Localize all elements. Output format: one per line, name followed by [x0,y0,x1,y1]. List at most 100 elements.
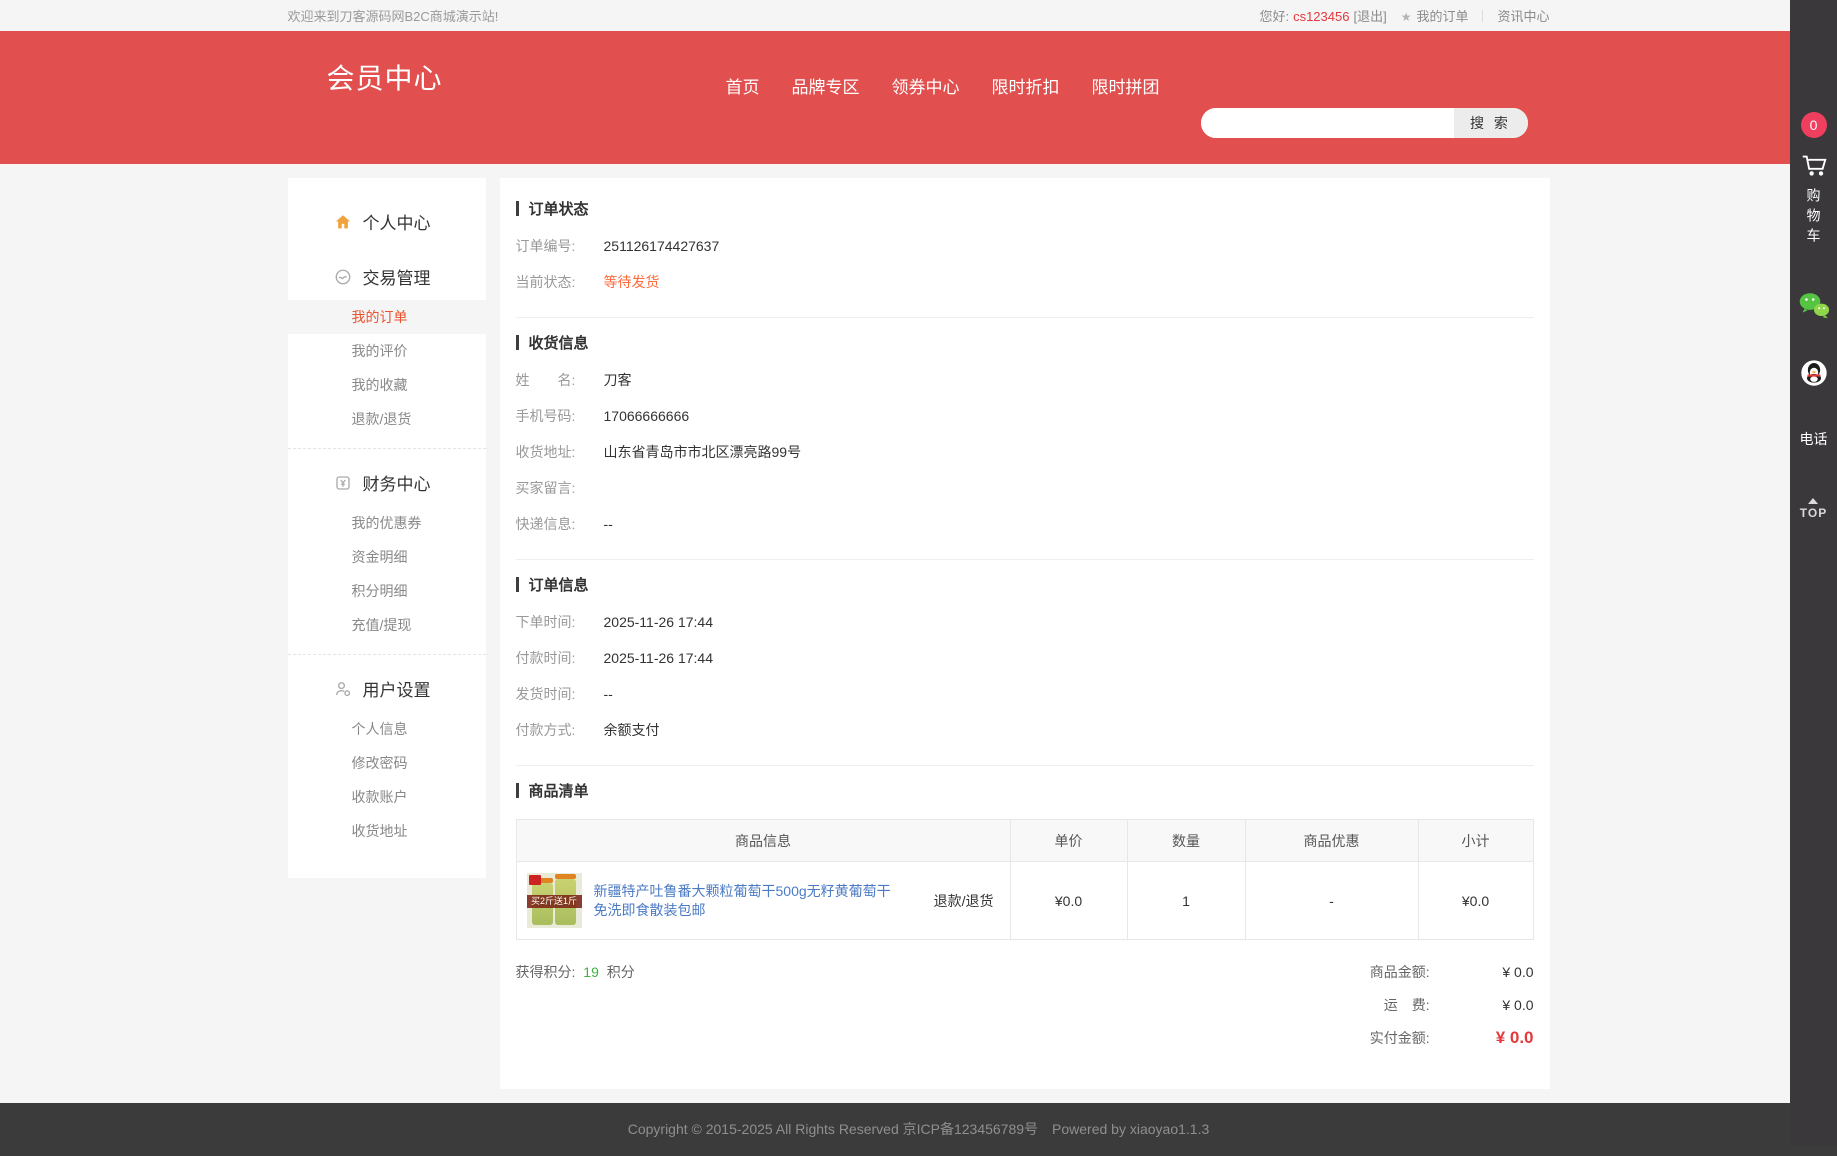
username[interactable]: cs123456 [1293,9,1349,24]
sidebar-section-finance: 财务中心 我的优惠券 资金明细 积分明细 充值/提现 [288,448,486,646]
sidebar-section-trade: 交易管理 我的订单 我的评价 我的收藏 退款/退货 [288,249,486,440]
welcome-text: 欢迎来到刀客源码网B2C商城演示站! [288,6,499,25]
topbar-my-orders[interactable]: ★我的订单 [1387,6,1483,25]
nav-groupbuy[interactable]: 限时拼团 [1092,73,1160,98]
quantity-value: 1 [1127,862,1245,940]
col-goods-info: 商品信息 [516,820,1010,862]
topbar-news[interactable]: 资讯中心 [1483,6,1549,25]
floating-sidebar: 0 购物车 电话 TOP [1790,0,1837,1146]
site-logo[interactable]: 会员中心 [327,57,443,97]
paid-amount-value: ¥ 0.0 [1434,1028,1534,1048]
field-row: 当前状态: 等待发货 [516,274,1534,291]
sidebar-item-points-detail[interactable]: 积分明细 [288,574,486,608]
paid-amount-row: 实付金额: ¥ 0.0 [1370,1028,1534,1048]
title-bar [516,577,519,592]
wechat-icon[interactable] [1798,292,1830,319]
product-link[interactable]: 新疆特产吐鲁番大颗粒葡萄干500g无籽黄葡萄干免洗即食散装包邮 [594,882,904,920]
col-unit-price: 单价 [1010,820,1127,862]
discount-value: - [1245,862,1418,940]
field-row: 发货时间: -- [516,686,1534,703]
sidebar-item-my-coupons[interactable]: 我的优惠券 [288,506,486,540]
nav-discount[interactable]: 限时折扣 [992,73,1060,98]
col-discount: 商品优惠 [1245,820,1418,862]
freight-value: ¥ 0.0 [1434,997,1534,1013]
copyright-text: Copyright © 2015-2025 All Rights Reserve… [628,1121,1210,1137]
earned-points: 获得积分: 19 积分 [516,962,635,1061]
finance-icon [334,474,352,492]
field-row: 快递信息: -- [516,516,1534,533]
field-row: 手机号码: 17066666666 [516,408,1534,425]
sidebar-item-personal-info[interactable]: 个人信息 [288,712,486,746]
sidebar-item-my-reviews[interactable]: 我的评价 [288,334,486,368]
sidebar-item-my-favorites[interactable]: 我的收藏 [288,368,486,402]
home-icon [334,213,352,231]
back-to-top-button[interactable]: TOP [1800,493,1827,520]
section-title: 订单状态 [516,198,1534,219]
sidebar-item-refund-return[interactable]: 退款/退货 [288,402,486,436]
field-row: 下单时间: 2025-11-26 17:44 [516,614,1534,631]
user-settings-icon [334,680,352,698]
site-header: 会员中心 首页 品牌专区 领券中心 限时折扣 限时拼团 搜 索 [0,31,1837,164]
field-row: 订单编号: 251126174427637 [516,238,1534,255]
order-status-section: 订单状态 订单编号: 251126174427637 当前状态: 等待发货 [516,184,1534,318]
sidebar-item-payment-account[interactable]: 收款账户 [288,780,486,814]
search-button[interactable]: 搜 索 [1454,108,1528,138]
section-title: 商品清单 [516,780,1534,801]
search-input[interactable] [1201,108,1454,138]
refund-return-link[interactable]: 退款/退货 [934,891,994,911]
product-image[interactable]: 买2斤送1斤 [527,873,582,928]
field-row: 收货地址: 山东省青岛市市北区漂亮路99号 [516,444,1534,461]
sidebar-item-trade-management[interactable]: 交易管理 [288,253,486,300]
goods-cell: 买2斤送1斤 新疆特产吐鲁番大颗粒葡萄干500g无籽黄葡萄干免洗即食散装包邮 退… [517,863,1010,938]
col-subtotal: 小计 [1418,820,1533,862]
phone-label[interactable]: 电话 [1800,429,1828,449]
main-nav: 首页 品牌专区 领券中心 限时折扣 限时拼团 [726,73,1160,98]
freight-row: 运 费: ¥ 0.0 [1370,995,1534,1015]
sidebar-item-user-settings[interactable]: 用户设置 [288,665,486,712]
order-number: 251126174427637 [604,238,720,255]
shipping-info-section: 收货信息 姓 名: 刀客 手机号码: 17066666666 收货地址: 山东省… [516,318,1534,560]
goods-amount-row: 商品金额: ¥ 0.0 [1370,962,1534,982]
sidebar-item-shipping-address[interactable]: 收货地址 [288,814,486,848]
field-row: 付款方式: 余额支付 [516,722,1534,739]
sidebar-item-personal-center[interactable]: 个人中心 [288,198,486,245]
trade-icon [334,268,352,286]
topbar-right: 您好:cs123456[退出] ★我的订单 资讯中心 [1245,6,1549,25]
sidebar-item-change-password[interactable]: 修改密码 [288,746,486,780]
goods-list-section: 商品清单 商品信息 单价 数量 商品优惠 小计 [516,766,1534,1089]
subtotal-value: ¥0.0 [1418,862,1533,940]
title-bar [516,201,519,216]
points-value: 19 [583,964,599,980]
col-quantity: 数量 [1127,820,1245,862]
goods-table-header: 商品信息 单价 数量 商品优惠 小计 [516,820,1533,862]
cart-count-badge[interactable]: 0 [1801,112,1827,138]
sidebar-item-recharge-withdraw[interactable]: 充值/提现 [288,608,486,642]
cart-label[interactable]: 购物车 [1804,188,1824,248]
nav-home[interactable]: 首页 [726,73,760,98]
greeting: 您好:cs123456[退出] [1245,6,1386,25]
unit-price-value: ¥0.0 [1010,862,1127,940]
field-row: 付款时间: 2025-11-26 17:44 [516,650,1534,667]
sidebar-item-my-orders[interactable]: 我的订单 [288,300,486,334]
sidebar-item-funds-detail[interactable]: 资金明细 [288,540,486,574]
status-badge: 等待发货 [604,274,660,291]
promo-tag [529,875,541,885]
cart-icon[interactable] [1799,150,1829,180]
field-row: 姓 名: 刀客 [516,372,1534,389]
order-detail-card: 订单状态 订单编号: 251126174427637 当前状态: 等待发货 收货… [500,178,1550,1089]
footer: Copyright © 2015-2025 All Rights Reserve… [0,1103,1837,1156]
nav-brand[interactable]: 品牌专区 [792,73,860,98]
sidebar-section-user-settings: 用户设置 个人信息 修改密码 收款账户 收货地址 [288,654,486,852]
order-totals: 获得积分: 19 积分 商品金额: ¥ 0.0 运 费: ¥ 0.0 实付金额: [516,940,1534,1089]
logout-link[interactable]: [退出] [1353,9,1386,24]
qq-icon[interactable] [1800,359,1828,387]
nav-coupon[interactable]: 领券中心 [892,73,960,98]
field-row: 买家留言: [516,480,1534,497]
order-info-section: 订单信息 下单时间: 2025-11-26 17:44 付款时间: 2025-1… [516,560,1534,766]
topbar: 欢迎来到刀客源码网B2C商城演示站! 您好:cs123456[退出] ★我的订单… [0,0,1837,31]
promo-banner: 买2斤送1斤 [527,895,582,908]
page-body: 个人中心 交易管理 我的订单 我的评价 我的收藏 退款/退货 财务中心 我的优 [288,178,1550,1089]
amount-summary: 商品金额: ¥ 0.0 运 费: ¥ 0.0 实付金额: ¥ 0.0 [1370,962,1534,1061]
star-icon: ★ [1401,10,1412,24]
sidebar-item-finance-center[interactable]: 财务中心 [288,459,486,506]
